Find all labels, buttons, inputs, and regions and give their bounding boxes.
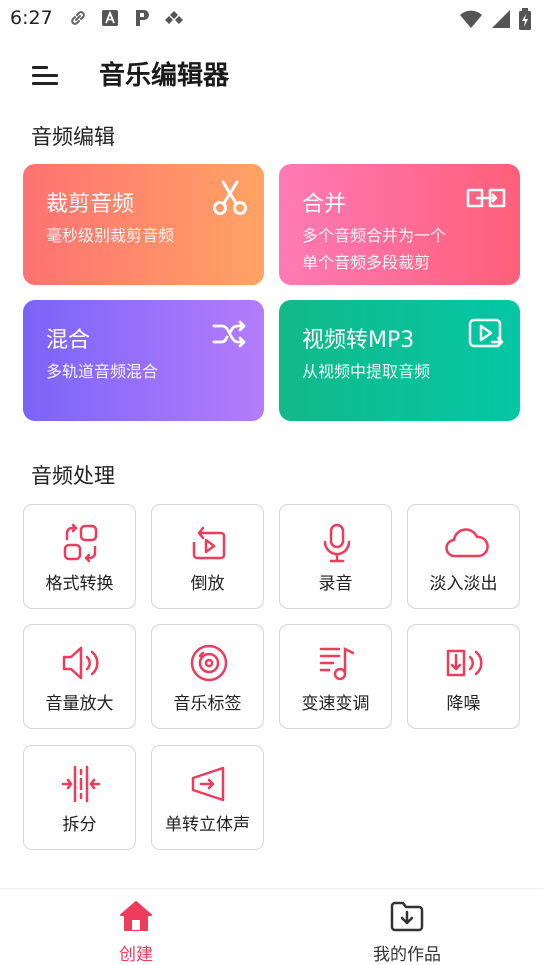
tool-label: 拆分 xyxy=(62,815,97,835)
card-title: 合并 xyxy=(302,192,347,217)
tool-split[interactable]: 拆分 xyxy=(23,745,136,850)
volume-icon xyxy=(61,643,101,683)
tool-music-tag[interactable]: 音乐标签 xyxy=(151,624,264,729)
status-time: 6:27 xyxy=(10,7,53,29)
tool-label: 降噪 xyxy=(446,694,481,714)
stereo-icon xyxy=(189,764,229,804)
card-desc: 多轨道音频混合 xyxy=(46,362,159,381)
tool-record[interactable]: 录音 xyxy=(279,504,392,609)
menu-button[interactable] xyxy=(30,58,60,88)
tool-format-convert[interactable]: 格式转换 xyxy=(23,504,136,609)
card-title: 混合 xyxy=(46,328,91,353)
tool-label: 音乐标签 xyxy=(173,694,242,714)
tool-label: 倒放 xyxy=(190,574,225,594)
card-video-to-mp3[interactable]: 视频转MP3 从视频中提取音频 xyxy=(279,300,520,421)
split-icon xyxy=(61,764,101,804)
signal-icon xyxy=(491,9,511,33)
card-desc: 从视频中提取音频 xyxy=(302,362,431,381)
card-title: 裁剪音频 xyxy=(46,192,135,217)
merge-icon xyxy=(466,178,506,218)
scissors-icon xyxy=(210,178,250,218)
microphone-icon xyxy=(317,523,357,563)
card-cut-audio[interactable]: 裁剪音频 毫秒级别裁剪音频 xyxy=(23,164,264,285)
nav-item-my-works[interactable]: 我的作品 xyxy=(332,889,482,965)
card-mix[interactable]: 混合 多轨道音频混合 xyxy=(23,300,264,421)
card-title: 视频转MP3 xyxy=(302,328,415,353)
download-folder-icon xyxy=(389,898,425,934)
tool-speed-pitch[interactable]: 变速变调 xyxy=(279,624,392,729)
card-desc: 毫秒级别裁剪音频 xyxy=(46,226,175,245)
tool-label: 录音 xyxy=(318,574,353,594)
link-icon xyxy=(68,8,88,28)
section-title-audio-process: 音频处理 xyxy=(31,464,115,488)
tool-fade[interactable]: 淡入淡出 xyxy=(407,504,520,609)
video-to-audio-icon xyxy=(466,314,506,354)
disc-icon xyxy=(189,643,229,683)
status-bar: 6:27 xyxy=(0,0,543,36)
card-desc: 多个音频合并为一个 单个音频多段裁剪 xyxy=(302,226,447,272)
diamond-icon xyxy=(164,8,184,28)
page-title: 音乐编辑器 xyxy=(99,61,230,91)
p-logo-icon xyxy=(132,8,152,28)
bottom-nav: 创建 我的作品 xyxy=(0,888,543,965)
reverse-play-icon xyxy=(189,523,229,563)
tool-reverse[interactable]: 倒放 xyxy=(151,504,264,609)
nav-label: 我的作品 xyxy=(373,945,441,965)
font-a-icon xyxy=(100,8,120,28)
home-icon xyxy=(118,898,154,934)
app-bar: 音乐编辑器 xyxy=(0,50,543,98)
tool-label: 音量放大 xyxy=(45,694,114,714)
nav-item-create[interactable]: 创建 xyxy=(61,889,211,965)
card-merge[interactable]: 合并 多个音频合并为一个 单个音频多段裁剪 xyxy=(279,164,520,285)
tool-stereo[interactable]: 单转立体声 xyxy=(151,745,264,850)
format-convert-icon xyxy=(61,523,101,563)
section-title-audio-edit: 音频编辑 xyxy=(31,125,115,149)
tool-label: 格式转换 xyxy=(45,574,114,594)
cloud-icon xyxy=(445,523,489,563)
tool-volume[interactable]: 音量放大 xyxy=(23,624,136,729)
nav-label: 创建 xyxy=(119,945,153,965)
tool-label: 变速变调 xyxy=(301,694,370,714)
battery-icon xyxy=(519,8,531,34)
tool-label: 单转立体声 xyxy=(165,815,250,835)
wifi-icon xyxy=(459,9,483,33)
music-note-icon xyxy=(317,643,357,683)
shuffle-icon xyxy=(210,314,250,354)
tool-denoise[interactable]: 降噪 xyxy=(407,624,520,729)
noise-reduction-icon xyxy=(445,643,485,683)
tool-label: 淡入淡出 xyxy=(429,574,498,594)
